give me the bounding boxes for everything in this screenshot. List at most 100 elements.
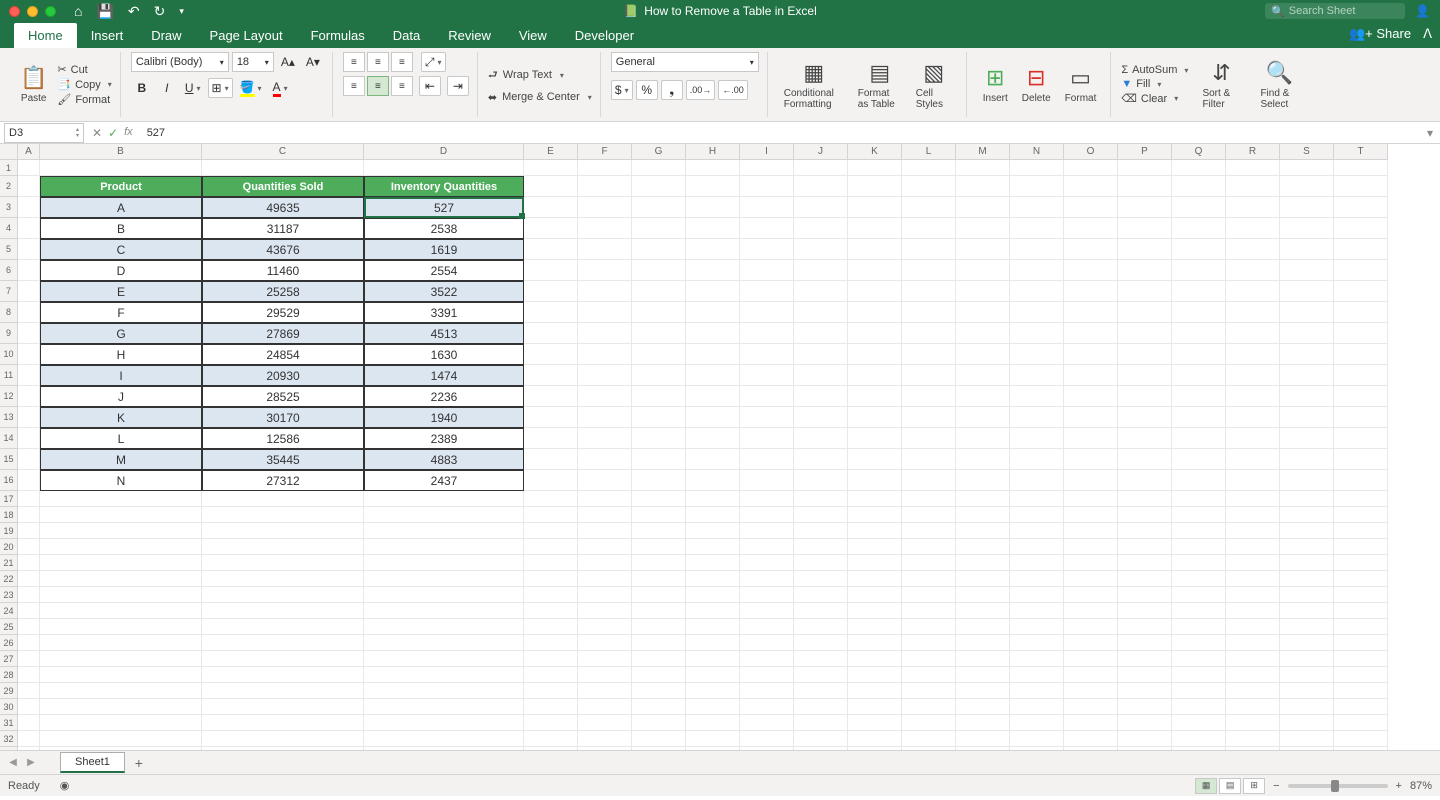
column-header[interactable]: R [1226,144,1280,159]
cell[interactable] [18,197,40,218]
font-color-button[interactable]: A [269,78,292,98]
cell[interactable] [956,302,1010,323]
macro-record-icon[interactable]: ◉ [60,779,70,792]
cell[interactable] [1118,635,1172,651]
cell[interactable] [578,683,632,699]
cell[interactable] [364,699,524,715]
cell[interactable] [848,428,902,449]
cell[interactable] [740,407,794,428]
cell[interactable] [1010,715,1064,731]
cell[interactable] [902,218,956,239]
format-as-table-button[interactable]: ▤Format as Table [852,58,908,112]
cell[interactable] [1334,731,1388,747]
cell[interactable] [1118,281,1172,302]
cell[interactable] [18,731,40,747]
cell[interactable] [632,651,686,667]
cell[interactable] [524,731,578,747]
cell[interactable] [902,281,956,302]
cell[interactable] [740,239,794,260]
cell[interactable] [848,571,902,587]
cell[interactable] [686,555,740,571]
cell[interactable]: 24854 [202,344,364,365]
cell[interactable] [686,344,740,365]
cell[interactable]: L [40,428,202,449]
cell[interactable] [1172,449,1226,470]
cell[interactable] [1118,667,1172,683]
cell[interactable] [40,747,202,750]
cell[interactable] [1172,699,1226,715]
cell[interactable] [632,571,686,587]
row-header[interactable]: 12 [0,386,17,407]
cell[interactable] [794,260,848,281]
cell[interactable] [686,491,740,507]
cell[interactable]: D [40,260,202,281]
cell[interactable] [794,635,848,651]
cell[interactable] [956,197,1010,218]
cell[interactable] [632,619,686,635]
cell[interactable] [1226,365,1280,386]
cell[interactable] [740,619,794,635]
cell[interactable]: I [40,365,202,386]
row-header[interactable]: 19 [0,523,17,539]
cell[interactable] [686,507,740,523]
cell[interactable] [202,603,364,619]
cell[interactable] [1280,407,1334,428]
cell[interactable] [1280,699,1334,715]
cell[interactable] [1010,555,1064,571]
cell[interactable]: E [40,281,202,302]
cell[interactable]: F [40,302,202,323]
cell[interactable] [848,523,902,539]
row-header[interactable]: 1 [0,160,17,176]
cell[interactable] [524,281,578,302]
cell[interactable] [1064,523,1118,539]
cell[interactable] [740,555,794,571]
cell[interactable] [18,699,40,715]
cell[interactable] [794,523,848,539]
cell[interactable] [524,302,578,323]
name-box[interactable]: D3 ▴▾ [4,123,84,143]
cell[interactable] [1172,539,1226,555]
fill-color-button[interactable]: 🪣 [236,78,266,98]
cell[interactable] [578,260,632,281]
cell[interactable] [794,731,848,747]
cell[interactable] [848,197,902,218]
cell[interactable] [202,635,364,651]
cell[interactable] [1226,344,1280,365]
cell[interactable]: 2236 [364,386,524,407]
cell[interactable]: 43676 [202,239,364,260]
cell[interactable] [1010,539,1064,555]
column-header[interactable]: B [40,144,202,159]
cell[interactable] [524,470,578,491]
cell[interactable] [524,344,578,365]
cell[interactable] [1280,449,1334,470]
account-icon[interactable]: 👤 [1415,4,1430,18]
cell[interactable] [1118,699,1172,715]
cell[interactable] [202,683,364,699]
cell[interactable]: N [40,470,202,491]
cell[interactable] [18,428,40,449]
cell[interactable] [364,539,524,555]
cell[interactable] [18,539,40,555]
cell[interactable] [1226,523,1280,539]
cell[interactable] [1118,176,1172,197]
cell[interactable] [1280,386,1334,407]
cell[interactable] [1226,715,1280,731]
cell[interactable] [1280,160,1334,176]
cell[interactable] [18,407,40,428]
cell[interactable] [202,539,364,555]
cell[interactable] [1280,281,1334,302]
cell[interactable] [1280,715,1334,731]
cell[interactable] [794,218,848,239]
cell[interactable] [1280,587,1334,603]
cell[interactable] [524,619,578,635]
cell[interactable] [578,523,632,539]
cell[interactable] [740,344,794,365]
cell[interactable] [740,715,794,731]
cell[interactable] [1334,619,1388,635]
cell[interactable] [956,651,1010,667]
cell[interactable] [848,344,902,365]
cell[interactable] [1280,470,1334,491]
cell[interactable] [524,491,578,507]
row-header[interactable]: 28 [0,667,17,683]
row-header[interactable]: 4 [0,218,17,239]
